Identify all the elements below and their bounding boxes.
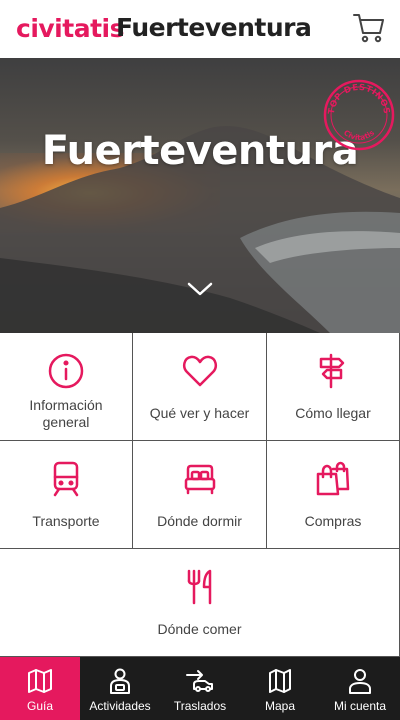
menu-item-compras[interactable]: Compras: [267, 441, 400, 549]
transfer-car-icon: [186, 670, 213, 692]
menu-item-como-llegar[interactable]: Cómo llegar: [267, 333, 400, 441]
menu-item-label: Dónde dormir: [157, 513, 242, 529]
menu-item-label: Transporte: [32, 513, 100, 529]
signpost-icon: [319, 353, 345, 389]
nav-item-guia[interactable]: Guía: [0, 657, 80, 720]
shopping-bags-icon: [316, 461, 350, 496]
top-destinos-badge: TOP DESTINOS Civitatis: [323, 79, 395, 151]
bed-icon: [184, 464, 215, 495]
menu-item-que-ver-y-hacer[interactable]: Qué ver y hacer: [133, 333, 267, 441]
menu-item-label: Qué ver y hacer: [149, 405, 250, 421]
nav-label: Traslados: [173, 699, 227, 713]
nav-label: Guía: [26, 699, 53, 713]
nav-label: Mi cuenta: [333, 699, 387, 713]
badge-text: TOP DESTINOS: [327, 83, 391, 115]
menu-item-label: Información general: [29, 397, 103, 430]
map-book-icon: [28, 669, 52, 693]
menu-item-transporte[interactable]: Transporte: [0, 441, 133, 549]
menu-item-label: Cómo llegar: [295, 405, 371, 421]
shopping-cart-icon[interactable]: [352, 11, 386, 45]
civitatis-logo[interactable]: civitatis: [16, 14, 124, 43]
nav-item-actividades[interactable]: Actividades: [80, 657, 160, 720]
svg-text:TOP DESTINOS: TOP DESTINOS: [327, 83, 391, 115]
info-icon: [48, 353, 84, 389]
menu-item-informacion-general[interactable]: Información general: [0, 333, 133, 441]
menu-item-label: Compras: [304, 513, 362, 529]
nav-label: Mapa: [264, 699, 296, 713]
hero-banner: Fuerteventura TOP DESTINOS Civitatis: [0, 58, 400, 333]
train-icon: [53, 461, 79, 497]
menu-item-donde-dormir[interactable]: Dónde dormir: [133, 441, 267, 549]
menu-item-label: Dónde comer: [157, 621, 242, 637]
heart-icon: [182, 355, 217, 387]
chevron-down-icon[interactable]: [186, 280, 214, 298]
fork-knife-icon: [187, 569, 211, 605]
guide-menu-grid: Información general Qué ver y hacer Cómo…: [0, 333, 400, 657]
nav-item-mi-cuenta[interactable]: Mi cuenta: [320, 657, 400, 720]
user-icon: [349, 669, 371, 694]
nav-item-mapa[interactable]: Mapa: [240, 657, 320, 720]
map-icon: [269, 669, 291, 693]
app-header: civitatis Fuerteventura: [0, 0, 400, 58]
bottom-navigation: Guía Actividades Traslados Mapa Mi cuent…: [0, 657, 400, 720]
person-activity-icon: [110, 668, 130, 694]
nav-label: Actividades: [89, 699, 151, 713]
menu-item-donde-comer[interactable]: Dónde comer: [0, 549, 400, 657]
nav-item-traslados[interactable]: Traslados: [160, 657, 240, 720]
page-title: Fuerteventura: [116, 13, 312, 42]
